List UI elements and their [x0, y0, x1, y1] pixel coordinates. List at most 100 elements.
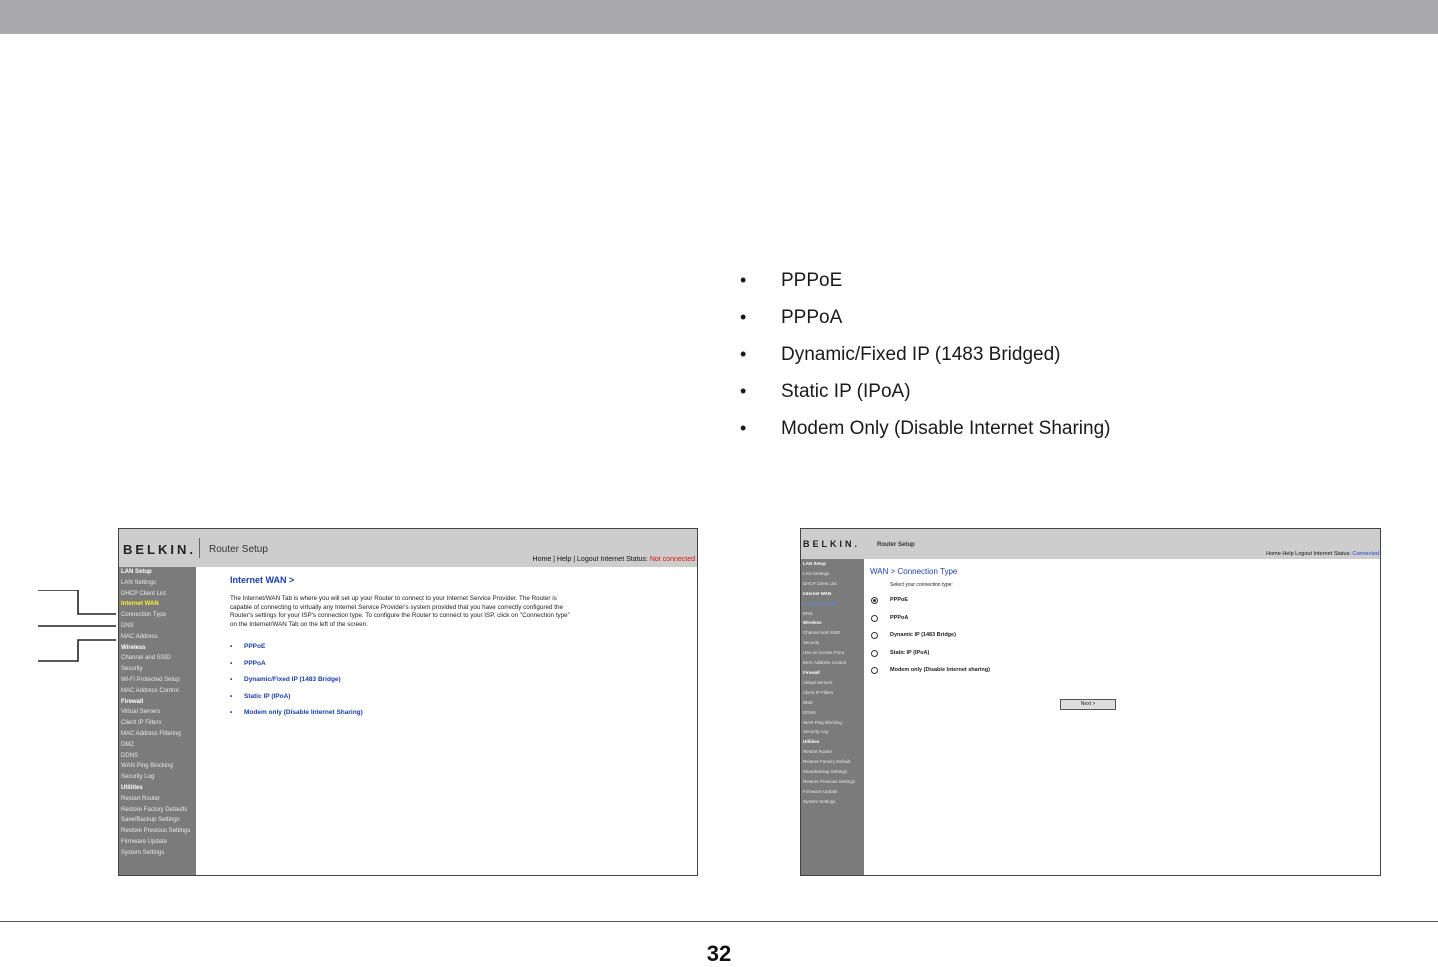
router-header: BELKIN. Router Setup Home Help Logout In… — [801, 529, 1380, 559]
sidebar-item[interactable]: Client IP Filters — [801, 688, 864, 698]
belkin-logo: BELKIN. — [123, 542, 196, 557]
section-heading: Internet WAN > — [230, 575, 295, 585]
sidebar-item[interactable]: DNS — [119, 621, 196, 632]
sidebar-item[interactable]: Security Log — [801, 727, 864, 737]
nav-links[interactable]: Home | Help | Logout — [533, 556, 599, 563]
connection-radio[interactable]: Static IP (IPoA) — [870, 647, 1380, 665]
list-item: Modem Only (Disable Internet Sharing) — [740, 410, 1110, 447]
sidebar-item[interactable]: LAN Settings — [801, 569, 864, 579]
radio-label: Modem only (Disable Internet sharing) — [890, 667, 990, 673]
sidebar-item[interactable]: Virtual Servers — [801, 678, 864, 688]
option-link[interactable]: Modem only (Disable Internet Sharing) — [230, 705, 697, 722]
footer-divider — [0, 921, 1438, 922]
sidebar-item[interactable]: DDNS — [119, 751, 196, 762]
option-link[interactable]: Static IP (IPoA) — [230, 689, 697, 706]
sidebar-item[interactable]: Save/Backup Settings — [119, 815, 196, 826]
router-main: WAN > Connection Type Select your connec… — [864, 559, 1380, 875]
radio-button[interactable] — [871, 614, 878, 622]
router-nav[interactable]: Home Help Logout Internet Status: Connec… — [1266, 551, 1379, 557]
callout-lines — [38, 590, 116, 662]
sidebar-item[interactable]: Internet WAN — [119, 599, 196, 610]
router-nav[interactable]: Home | Help | Logout Internet Status: No… — [533, 556, 695, 563]
radio-label: Dynamic IP (1483 Bridge) — [890, 632, 956, 638]
sidebar-item[interactable]: DMZ — [119, 740, 196, 751]
next-button[interactable]: Next > — [1060, 699, 1116, 710]
section-heading: WAN > Connection Type — [870, 567, 958, 576]
sidebar-item[interactable]: System Settings — [801, 797, 864, 807]
belkin-logo: BELKIN. — [803, 539, 860, 549]
sidebar-item[interactable]: DHCP Client List — [119, 589, 196, 600]
sidebar-item[interactable]: WAN Ping Blocking — [119, 761, 196, 772]
page-number: 32 — [706, 941, 732, 966]
sidebar-item[interactable]: Save/Backup Settings — [801, 767, 864, 777]
sidebar-item: Wireless — [803, 620, 822, 626]
sidebar-item[interactable]: System Settings — [119, 848, 196, 859]
connection-radio[interactable]: Dynamic IP (1483 Bridge) — [870, 629, 1380, 647]
radio-button[interactable] — [871, 667, 878, 674]
sidebar-item[interactable]: Virtual Servers — [119, 707, 196, 718]
option-link[interactable]: PPPoE — [230, 639, 697, 656]
sidebar-item[interactable]: MAC Address Filtering — [119, 729, 196, 740]
connection-types-list: PPPoE PPPoA Dynamic/Fixed IP (1483 Bridg… — [740, 262, 1110, 447]
sidebar-item[interactable]: Use as Access Point — [801, 648, 864, 658]
router-setup-screenshot-internet-wan: BELKIN. Router Setup Home | Help | Logou… — [118, 528, 698, 876]
sidebar-item: Firewall — [121, 698, 144, 705]
description-text: The Internet/WAN Tab is where you will s… — [230, 595, 570, 628]
sidebar-item[interactable]: Restore Factory Default — [801, 757, 864, 767]
connection-radio[interactable]: Modem only (Disable Internet sharing) — [870, 664, 1380, 682]
sidebar-item[interactable]: Restore Factory Defaults — [119, 805, 196, 816]
router-main: Internet WAN > The Internet/WAN Tab is w… — [196, 567, 697, 875]
status-value: Connected — [1352, 551, 1379, 557]
sidebar-item[interactable]: MAC Address — [119, 632, 196, 643]
router-setup-screenshot-connection-type: BELKIN. Router Setup Home Help Logout In… — [800, 528, 1381, 876]
sidebar-item[interactable]: DDNS — [801, 708, 864, 718]
sidebar-item[interactable]: Security — [801, 638, 864, 648]
list-item: PPPoE — [740, 262, 1110, 299]
sidebar-item[interactable]: Restart Router — [119, 794, 196, 805]
option-link[interactable]: Dynamic/Fixed IP (1483 Bridge) — [230, 672, 697, 689]
radio-button[interactable] — [871, 597, 878, 604]
sidebar-item: Utilities — [803, 739, 820, 745]
router-sidebar: LAN Setup LAN Settings DHCP Client List Int… — [119, 567, 196, 875]
radio-label: PPPoE — [890, 597, 909, 603]
sidebar-item: LAN Setup — [803, 561, 826, 566]
sidebar-item[interactable]: Restore Previous Settings — [119, 826, 196, 837]
sidebar-item[interactable]: Firmware Update — [801, 787, 864, 797]
radio-label: Static IP (IPoA) — [890, 649, 930, 656]
sidebar-item[interactable]: Security Log — [119, 772, 196, 783]
instruction-text: Select your connection type: — [890, 582, 953, 588]
sidebar-item[interactable]: Security — [119, 664, 196, 675]
sidebar-item[interactable]: MAC Address Control — [119, 686, 196, 697]
radio-button[interactable] — [871, 649, 878, 657]
sidebar-item[interactable]: Connection Type — [119, 610, 196, 621]
sidebar-item[interactable]: Wi-Fi Protected Setup — [119, 675, 196, 686]
sidebar-item[interactable]: Connection Type — [801, 599, 864, 609]
radio-label: PPPoA — [890, 614, 909, 621]
header-divider — [199, 538, 200, 558]
sidebar-item[interactable]: DMZ — [801, 698, 864, 708]
sidebar-item[interactable]: DHCP Client List — [801, 579, 864, 589]
sidebar-item: LAN Setup — [121, 569, 152, 575]
sidebar-item[interactable]: MAC Address Control — [801, 658, 864, 668]
radio-button[interactable] — [871, 632, 878, 639]
sidebar-item[interactable]: Channel and SSID — [801, 628, 864, 638]
header-bar — [0, 0, 1438, 34]
sidebar-item: Firewall — [803, 669, 820, 675]
option-link[interactable]: PPPoA — [230, 656, 697, 673]
connection-radio[interactable]: PPPoA — [870, 612, 1380, 630]
sidebar-item[interactable]: DNS — [801, 609, 864, 619]
sidebar-item[interactable]: LAN Settings — [119, 578, 196, 589]
sidebar-item[interactable]: WAN Ping Blocking — [801, 718, 864, 728]
router-sidebar: LAN Setup LAN Settings DHCP Client List Int… — [801, 559, 864, 875]
sidebar-item[interactable]: Client IP Filters — [119, 718, 196, 729]
sidebar-item[interactable]: Restore Previous Settings — [801, 777, 864, 787]
connection-radio[interactable]: PPPoE — [870, 594, 1380, 612]
nav-links[interactable]: Home Help Logout — [1266, 551, 1312, 557]
sidebar-item[interactable]: Channel and SSID — [119, 653, 196, 664]
sidebar-item[interactable]: Restart Router — [801, 747, 864, 757]
list-item: PPPoA — [740, 299, 1110, 336]
router-title: Router Setup — [209, 544, 268, 555]
sidebar-item[interactable]: Firmware Update — [119, 837, 196, 848]
list-item: Dynamic/Fixed IP (1483 Bridged) — [740, 336, 1110, 373]
router-header: BELKIN. Router Setup Home | Help | Logou… — [119, 529, 697, 567]
